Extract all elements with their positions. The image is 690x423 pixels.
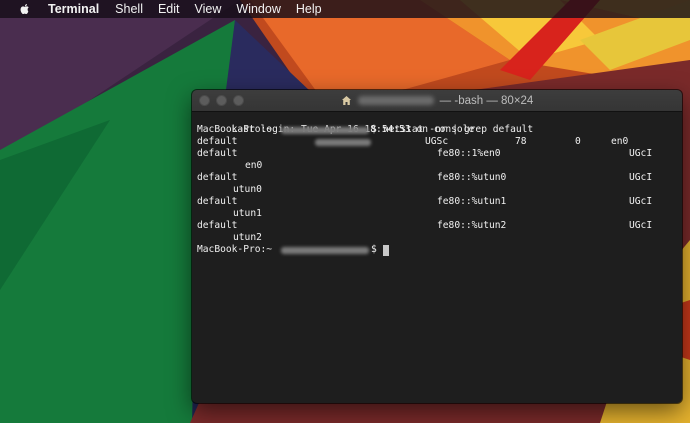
menu-app-terminal[interactable]: Terminal (48, 0, 99, 18)
prompt-symbol: $ (371, 244, 377, 255)
prompt-host: MacBook-Pro:~ (197, 244, 273, 255)
route-wrap-line: utun0 (197, 184, 677, 196)
redacted-username (281, 247, 369, 254)
zoom-button[interactable] (233, 95, 244, 106)
route-wrap-line: utun2 (197, 232, 677, 244)
route-flags: UGcI (629, 148, 653, 159)
route-gateway: fe80::%utun0 (437, 172, 507, 183)
prompt-symbol: $ (371, 124, 377, 135)
route-row: default fe80::%utun0 UGcI (197, 172, 677, 184)
menu-window[interactable]: Window (236, 0, 280, 18)
route-flags: UGcI (629, 220, 653, 231)
route-gateway: fe80::%utun2 (437, 220, 507, 231)
route-use: 0 (575, 136, 581, 147)
last-login-line: Last login: Tue Apr 16 18:54:53 on conso… (197, 112, 677, 135)
menu-help[interactable]: Help (296, 0, 322, 18)
command-text: netstat -nr | grep default (383, 124, 534, 135)
route-flags: UGcI (629, 196, 653, 207)
menu-edit[interactable]: Edit (158, 0, 180, 18)
route-wrap-line: en0 (197, 160, 677, 172)
route-destination: default (197, 196, 238, 207)
route-row: default fe80::%utun1 UGcI (197, 196, 677, 208)
redacted-gateway (315, 139, 371, 146)
route-wrap-line: utun1 (197, 208, 677, 220)
home-folder-icon (341, 96, 351, 105)
route-gateway: fe80::1%en0 (437, 148, 501, 159)
minimize-button[interactable] (216, 95, 227, 106)
route-destination: default (197, 220, 238, 231)
window-title: — -bash — 80×24 (341, 94, 534, 107)
route-row: default fe80::1%en0 UGcI (197, 148, 677, 160)
apple-logo-icon[interactable] (18, 2, 32, 16)
route-netif: utun2 (233, 232, 262, 243)
current-prompt-line[interactable]: MacBook-Pro:~ $ (197, 244, 677, 256)
route-refs: 78 (515, 136, 527, 147)
route-row: default fe80::%utun2 UGcI (197, 220, 677, 232)
menu-view[interactable]: View (195, 0, 222, 18)
menu-bar: Terminal Shell Edit View Window Help (0, 0, 690, 18)
close-button[interactable] (199, 95, 210, 106)
redacted-username (357, 96, 434, 105)
route-destination: default (197, 136, 238, 147)
prompt-host: MacBook-Pro:~ (197, 124, 273, 135)
route-destination: default (197, 172, 238, 183)
terminal-output[interactable]: Last login: Tue Apr 16 18:54:53 on conso… (197, 112, 677, 256)
window-titlebar[interactable]: — -bash — 80×24 (192, 90, 682, 112)
redacted-username (281, 127, 369, 134)
text-cursor (383, 245, 389, 256)
route-row: default UGSc 78 0 en0 (197, 136, 677, 148)
route-netif: utun1 (233, 208, 262, 219)
route-netif: en0 (245, 160, 263, 171)
menu-shell[interactable]: Shell (115, 0, 143, 18)
route-flags: UGcI (629, 172, 653, 183)
command-line: MacBook-Pro:~ $ netstat -nr | grep defau… (197, 124, 677, 136)
route-netif: utun0 (233, 184, 262, 195)
route-netif: en0 (611, 136, 629, 147)
route-gateway: fe80::%utun1 (437, 196, 507, 207)
window-title-text: — -bash — 80×24 (439, 94, 534, 107)
terminal-window[interactable]: — -bash — 80×24 Last login: Tue Apr 16 1… (192, 90, 682, 403)
route-flags: UGSc (425, 136, 449, 147)
route-destination: default (197, 148, 238, 159)
